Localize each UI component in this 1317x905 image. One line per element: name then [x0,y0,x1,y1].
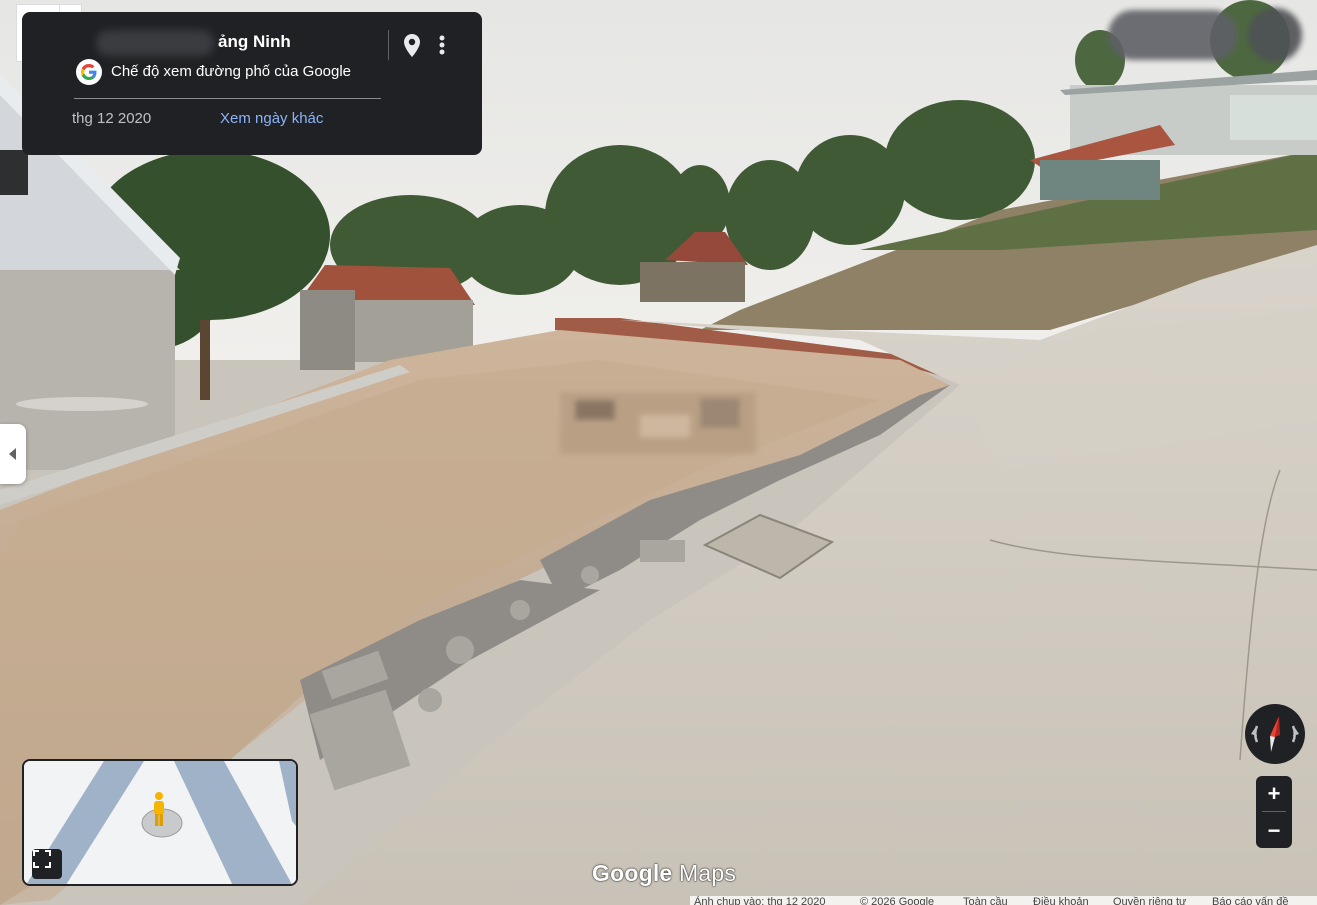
card-divider [388,30,389,60]
footer-copyright: © 2026 Google [860,896,935,905]
zoom-out-button[interactable]: − [1256,813,1292,848]
footer-bar: Ảnh chụp vào: thg 12 2020 © 2026 Google … [690,896,1317,905]
chevron-left-icon [9,448,16,460]
watermark-google: Google [592,860,673,886]
mini-map[interactable] [22,759,298,886]
more-vert-icon[interactable] [430,30,454,60]
footer-global-link[interactable]: Toàn cầu [963,896,1008,905]
footer-privacy-link[interactable]: Quyền riêng tư [1113,896,1186,905]
card-separator [74,98,381,99]
fullscreen-icon[interactable] [32,849,62,879]
google-g-icon [76,59,102,85]
other-dates-link[interactable]: Xem ngày khác [220,110,323,127]
blurred-avatar[interactable] [1248,8,1302,62]
compass-icon [1251,716,1299,752]
watermark-maps: Maps [679,860,737,886]
blurred-account-pill[interactable] [1108,10,1238,60]
zoom-in-button[interactable]: + [1256,776,1292,811]
footer-terms-link[interactable]: Điều khoản [1033,896,1089,905]
footer-report-link[interactable]: Báo cáo vấn đề [1212,896,1288,905]
zoom-control: + − [1256,776,1292,848]
capture-date: thg 12 2020 [72,110,152,127]
footer-captured: Ảnh chụp vào: thg 12 2020 [694,896,826,905]
zoom-divider [1262,811,1286,812]
collapse-panel-tab[interactable] [0,424,26,484]
google-maps-watermark: Google Maps [592,860,736,887]
location-info-card: ảng Ninh Chế độ xem đường phố của Google… [22,12,482,155]
blurred-title-prefix [96,30,214,56]
street-view-label: Chế độ xem đường phố của Google [111,63,352,80]
compass-button[interactable] [1245,704,1305,764]
location-title[interactable]: ảng Ninh [218,32,291,52]
location-pin-icon[interactable] [398,30,426,60]
pegman-icon[interactable] [149,791,169,831]
